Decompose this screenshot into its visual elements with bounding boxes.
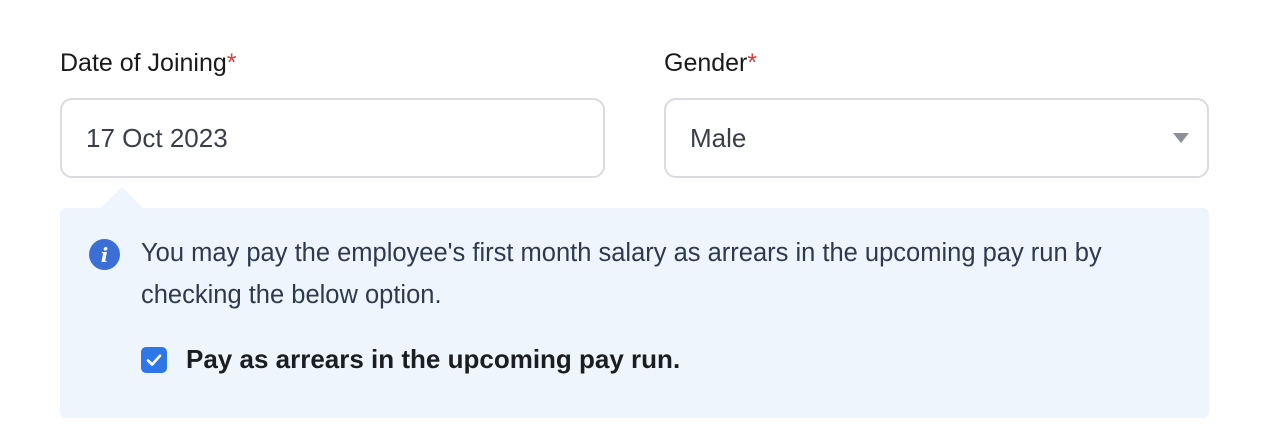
required-asterisk: * [747, 49, 758, 77]
checkmark-icon [146, 354, 162, 366]
gender-label-text: Gender [664, 49, 748, 77]
chevron-down-icon[interactable] [1173, 133, 1189, 143]
arrears-checkbox-label[interactable]: Pay as arrears in the upcoming pay run. [186, 344, 680, 375]
gender-select[interactable]: Male [664, 98, 1209, 178]
date-of-joining-label: Date of Joining* [60, 46, 605, 80]
info-icon: i [89, 239, 120, 270]
arrears-checkbox-row[interactable]: Pay as arrears in the upcoming pay run. [141, 344, 680, 375]
arrears-checkbox[interactable] [141, 346, 167, 373]
info-message: You may pay the employee's first month s… [141, 239, 1102, 309]
date-of-joining-input[interactable]: 17 Oct 2023 [60, 98, 605, 178]
gender-field: Gender* Male [664, 46, 1209, 178]
gender-value: Male [690, 122, 747, 153]
date-of-joining-value: 17 Oct 2023 [86, 122, 228, 153]
date-of-joining-label-text: Date of Joining [60, 49, 227, 77]
date-of-joining-field: Date of Joining* 17 Oct 2023 [60, 46, 605, 178]
arrears-info-box: i You may pay the employee's first month… [60, 187, 1209, 418]
info-icon-glyph: i [100, 242, 109, 267]
gender-label: Gender* [664, 46, 1209, 80]
required-asterisk: * [226, 49, 237, 77]
info-box-pointer [100, 187, 144, 209]
